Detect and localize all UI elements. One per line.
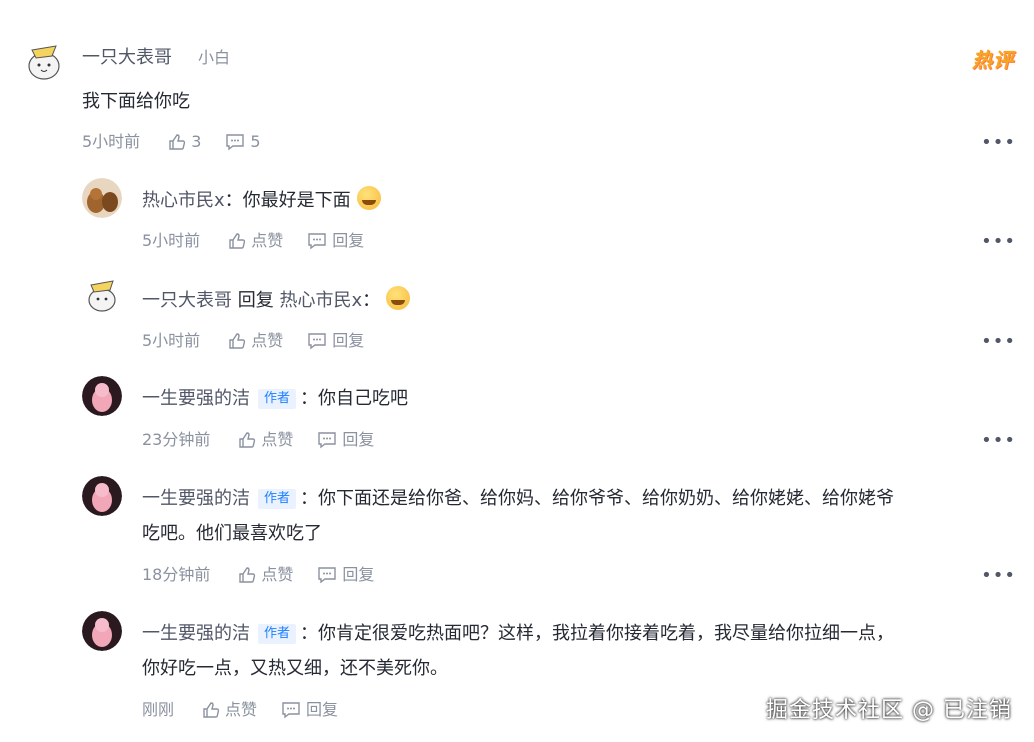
reply-button[interactable]: 回复 — [281, 699, 338, 721]
reply-count: 5 — [250, 132, 261, 151]
reply-item: 一只大表哥 回复 热心市民x： 5小时前 点赞 回复 ••• — [0, 270, 1034, 370]
reply-button[interactable]: 5 — [225, 131, 261, 153]
reply-text-continued: 你好吃一点，又热又细，还不美死你。 — [142, 658, 448, 679]
reply-item: 一生要强的洁 作者 ：你自己吃吧 23分钟前 点赞 回复 ••• — [0, 370, 1034, 470]
reply-text: 你下面还是给你爸、给你妈、给你爷爷、给你奶奶、给你姥姥、给你姥爷 — [318, 488, 895, 509]
reply-to-label: 回复 — [237, 290, 274, 311]
hot-comment-badge: 热评 — [972, 48, 1014, 72]
like-label: 点赞 — [251, 231, 284, 250]
comment-icon — [282, 702, 300, 719]
avatar[interactable] — [82, 178, 122, 218]
author-tag: 作者 — [258, 389, 297, 409]
like-count: 3 — [191, 132, 202, 151]
reply-button[interactable]: 回复 — [307, 230, 364, 252]
like-button[interactable]: 3 — [168, 131, 201, 153]
author-name[interactable]: 一只大表哥 — [142, 290, 232, 311]
reply-label: 回复 — [332, 331, 365, 350]
comment-icon — [318, 432, 337, 449]
avatar[interactable] — [22, 40, 66, 84]
reply-actions: 18分钟前 点赞 回复 — [142, 564, 398, 586]
like-button[interactable]: 点赞 — [228, 230, 283, 252]
author-name[interactable]: 一生要强的洁 — [142, 388, 250, 409]
author-tag: 作者 — [258, 624, 297, 644]
thumbs-up-icon — [239, 567, 256, 583]
grin-sweat-emoji — [356, 186, 381, 210]
like-label: 点赞 — [261, 565, 294, 584]
reply-content: 一生要强的洁 作者 ：你自己吃吧 — [142, 381, 408, 416]
reply-button[interactable]: 回复 — [317, 564, 374, 586]
like-button[interactable]: 点赞 — [228, 330, 283, 352]
reply-time: 刚刚 — [142, 700, 175, 719]
reply-actions: 刚刚 点赞 回复 — [142, 699, 362, 721]
comment-icon — [308, 233, 326, 250]
thumbs-up-icon — [203, 702, 220, 718]
reply-time: 5小时前 — [142, 231, 201, 250]
like-label: 点赞 — [261, 430, 294, 449]
like-label: 点赞 — [251, 331, 284, 350]
reply-text: 你最好是下面 — [242, 190, 351, 211]
thumbs-up-icon — [229, 333, 246, 349]
comment-icon — [226, 134, 245, 151]
more-options-icon[interactable]: ••• — [981, 233, 1016, 251]
comment-icon — [318, 567, 337, 584]
avatar[interactable] — [82, 611, 122, 651]
smirk-emoji — [386, 286, 411, 310]
separator: ： — [224, 190, 243, 211]
reply-actions: 5小时前 点赞 回复 — [142, 330, 388, 352]
reply-time: 18分钟前 — [142, 565, 211, 584]
like-button[interactable]: 点赞 — [238, 564, 293, 586]
separator: ： — [300, 388, 319, 409]
like-label: 点赞 — [225, 700, 258, 719]
top-comment: 一只大表哥 小白 热评 我下面给你吃 5小时前 3 5 ••• — [0, 0, 1034, 170]
more-options-icon[interactable]: ••• — [981, 333, 1016, 351]
reply-actions: 23分钟前 点赞 回复 — [142, 429, 398, 451]
user-level: 小白 — [198, 48, 231, 67]
avatar[interactable] — [82, 276, 122, 316]
like-button[interactable]: 点赞 — [202, 699, 257, 721]
reply-label: 回复 — [342, 430, 375, 449]
separator: ： — [300, 488, 319, 509]
reply-actions: 5小时前 点赞 回复 — [142, 230, 388, 252]
reply-label: 回复 — [306, 700, 339, 719]
reply-time: 5小时前 — [142, 331, 201, 350]
reply-item: 热心市民x：你最好是下面 5小时前 点赞 回复 ••• — [0, 170, 1034, 270]
separator: ： — [300, 623, 319, 644]
avatar[interactable] — [82, 476, 122, 516]
separator: ： — [362, 290, 381, 311]
reply-content: 一生要强的洁 作者 ：你下面还是给你爸、给你妈、给你爷爷、给你奶奶、给你姥姥、给你姥… — [142, 481, 894, 516]
thumbs-up-icon — [229, 233, 246, 249]
reply-label: 回复 — [342, 565, 375, 584]
reply-to-user[interactable]: 热心市民x — [279, 290, 362, 311]
reply-text: 你自己吃吧 — [318, 388, 409, 409]
reply-label: 回复 — [332, 231, 365, 250]
comment-time: 5小时前 — [82, 132, 141, 151]
reply-time: 23分钟前 — [142, 430, 211, 449]
author-tag: 作者 — [258, 489, 297, 509]
avatar[interactable] — [82, 376, 122, 416]
reply-content: 一生要强的洁 作者 ：你肯定很爱吃热面吧？这样，我拉着你接着吃着，我尽量给你拉细一点… — [142, 616, 894, 651]
reply-button[interactable]: 回复 — [307, 330, 364, 352]
more-options-icon[interactable]: ••• — [981, 134, 1016, 152]
reply-content: 一只大表哥 回复 热心市民x： — [142, 283, 411, 318]
reply-text: 你肯定很爱吃热面吧？这样，我拉着你接着吃着，我尽量给你拉细一点， — [318, 623, 895, 644]
author-name[interactable]: 一生要强的洁 — [142, 488, 250, 509]
thumbs-up-icon — [169, 134, 186, 150]
comment-actions: 5小时前 3 5 — [82, 131, 285, 153]
thumbs-up-icon — [239, 432, 256, 448]
watermark: 掘金技术社区 @ 已注销 — [766, 698, 1012, 723]
like-button[interactable]: 点赞 — [238, 429, 293, 451]
author-name[interactable]: 一只大表哥 — [82, 46, 172, 70]
author-name[interactable]: 热心市民x — [142, 190, 225, 211]
reply-text-continued: 吃吧。他们最喜欢吃了 — [142, 523, 322, 544]
more-options-icon[interactable]: ••• — [981, 432, 1016, 450]
reply-item: 一生要强的洁 作者 ：你下面还是给你爸、给你妈、给你爷爷、给你奶奶、给你姥姥、给你姥… — [0, 470, 1034, 605]
comment-text: 我下面给你吃 — [82, 91, 190, 112]
more-options-icon[interactable]: ••• — [981, 567, 1016, 585]
reply-button[interactable]: 回复 — [317, 429, 374, 451]
reply-content: 热心市民x：你最好是下面 — [142, 183, 381, 218]
comment-icon — [308, 333, 326, 350]
author-name[interactable]: 一生要强的洁 — [142, 623, 250, 644]
